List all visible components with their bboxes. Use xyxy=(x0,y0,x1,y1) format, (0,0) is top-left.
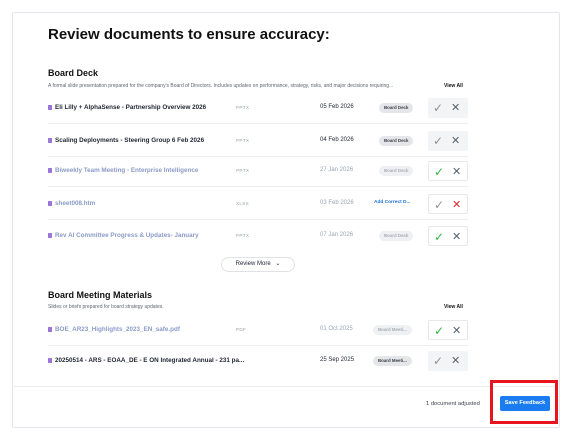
check-icon[interactable]: ✓ xyxy=(434,164,444,180)
close-icon[interactable]: ✕ xyxy=(451,133,460,149)
document-icon xyxy=(48,104,52,110)
feedback-actions: ✓ ✕ xyxy=(428,194,468,214)
page-title: Review documents to ensure accuracy: xyxy=(48,26,330,43)
file-type: XLSX xyxy=(236,201,249,206)
check-icon[interactable]: ✓ xyxy=(434,229,444,245)
file-type: PPTX xyxy=(236,138,250,143)
table-row: sheet008.htm XLSX 03 Feb 2026 Add Correc… xyxy=(48,194,468,220)
row-divider xyxy=(48,123,468,124)
category-badge[interactable]: Board Deck xyxy=(379,136,414,146)
file-date: 04 Feb 2026 xyxy=(320,137,354,143)
file-date: 07 Jan 2026 xyxy=(320,232,354,238)
view-all-link-board-meeting-materials[interactable]: View All xyxy=(444,304,463,310)
file-name[interactable]: sheet008.htm xyxy=(48,200,95,207)
file-name[interactable]: 20250514 - ARS - EOAA_DE - E ON Integrat… xyxy=(48,357,244,364)
row-divider xyxy=(48,186,468,187)
file-date: 27 Jan 2026 xyxy=(320,167,354,173)
feedback-actions: ✓ ✕ xyxy=(428,351,468,371)
file-name[interactable]: BOE_AR23_Highlights_2023_EN_safe.pdf xyxy=(48,326,180,333)
category-badge[interactable]: Board Deck xyxy=(379,103,414,113)
row-divider xyxy=(48,345,468,346)
row-divider xyxy=(48,156,468,157)
close-icon[interactable]: ✕ xyxy=(451,100,460,116)
close-icon[interactable]: ✕ xyxy=(452,197,461,213)
document-icon xyxy=(48,200,52,206)
check-icon[interactable]: ✓ xyxy=(433,133,443,149)
footer-divider xyxy=(12,386,558,387)
file-date: 05 Feb 2026 xyxy=(320,104,354,110)
close-icon[interactable]: ✕ xyxy=(451,353,460,369)
file-date: 25 Sep 2025 xyxy=(320,357,355,363)
category-badge[interactable]: Board Deck xyxy=(379,231,414,241)
file-name[interactable]: Eli Lilly + AlphaSense - Partnership Ove… xyxy=(48,104,206,111)
table-row: Eli Lilly + AlphaSense - Partnership Ove… xyxy=(48,98,468,124)
chevron-down-icon: ⌄ xyxy=(275,261,281,267)
file-type: PDF xyxy=(236,327,247,332)
file-name[interactable]: Rev AI Committee Progress & Updates- Jan… xyxy=(48,232,199,239)
review-more-button[interactable]: Review More ⌄ xyxy=(221,257,295,272)
close-icon[interactable]: ✕ xyxy=(452,229,461,245)
file-type: PPTX xyxy=(236,105,250,110)
save-feedback-button[interactable]: Save Feedback xyxy=(500,396,550,411)
category-badge[interactable]: Board Deck xyxy=(379,166,414,176)
close-icon[interactable]: ✕ xyxy=(452,323,461,339)
document-icon xyxy=(48,357,52,363)
check-icon[interactable]: ✓ xyxy=(433,353,443,369)
feedback-actions: ✓ ✕ xyxy=(428,98,468,118)
file-date: 03 Feb 2026 xyxy=(320,200,354,206)
save-button-highlight: Save Feedback xyxy=(490,380,558,424)
file-name[interactable]: Biweekly Team Meeting - Enterprise Intel… xyxy=(48,167,198,174)
category-badge[interactable]: Board Meeti... xyxy=(373,356,412,366)
file-type: PPTX xyxy=(236,168,250,173)
feedback-actions: ✓ ✕ xyxy=(428,226,468,246)
feedback-actions: ✓ ✕ xyxy=(428,131,468,151)
section-description-board-deck: A formal slide presentation prepared for… xyxy=(48,83,394,89)
add-correct-category-link[interactable]: Add Correct D... xyxy=(374,200,411,205)
feedback-actions: ✓ ✕ xyxy=(428,161,468,181)
document-icon xyxy=(48,232,52,238)
document-icon xyxy=(48,167,52,173)
section-title-board-deck: Board Deck xyxy=(48,68,99,78)
category-badge[interactable]: Board Meeti... xyxy=(373,325,412,335)
table-row: Biweekly Team Meeting - Enterprise Intel… xyxy=(48,161,468,187)
view-all-link-board-deck[interactable]: View All xyxy=(444,83,463,89)
close-icon[interactable]: ✕ xyxy=(452,164,461,180)
check-icon[interactable]: ✓ xyxy=(434,323,444,339)
table-row: Scaling Deployments - Steering Group 6 F… xyxy=(48,131,468,157)
file-date: 01 Oct 2025 xyxy=(320,326,353,332)
row-divider xyxy=(48,219,468,220)
table-row: BOE_AR23_Highlights_2023_EN_safe.pdf PDF… xyxy=(48,320,468,346)
document-icon xyxy=(48,137,52,143)
feedback-actions: ✓ ✕ xyxy=(428,320,468,340)
table-row: Rev AI Committee Progress & Updates- Jan… xyxy=(48,226,468,248)
file-type: PPTX xyxy=(236,233,250,238)
adjusted-count-status: 1 document adjusted xyxy=(426,401,480,407)
document-icon xyxy=(48,326,52,332)
table-row: 20250514 - ARS - EOAA_DE - E ON Integrat… xyxy=(48,351,468,373)
section-title-board-meeting-materials: Board Meeting Materials xyxy=(48,290,153,300)
section-description-board-meeting-materials: Slides or briefs prepared for board stra… xyxy=(48,304,164,310)
file-name[interactable]: Scaling Deployments - Steering Group 6 F… xyxy=(48,137,204,144)
check-icon[interactable]: ✓ xyxy=(434,197,444,213)
check-icon[interactable]: ✓ xyxy=(433,100,443,116)
